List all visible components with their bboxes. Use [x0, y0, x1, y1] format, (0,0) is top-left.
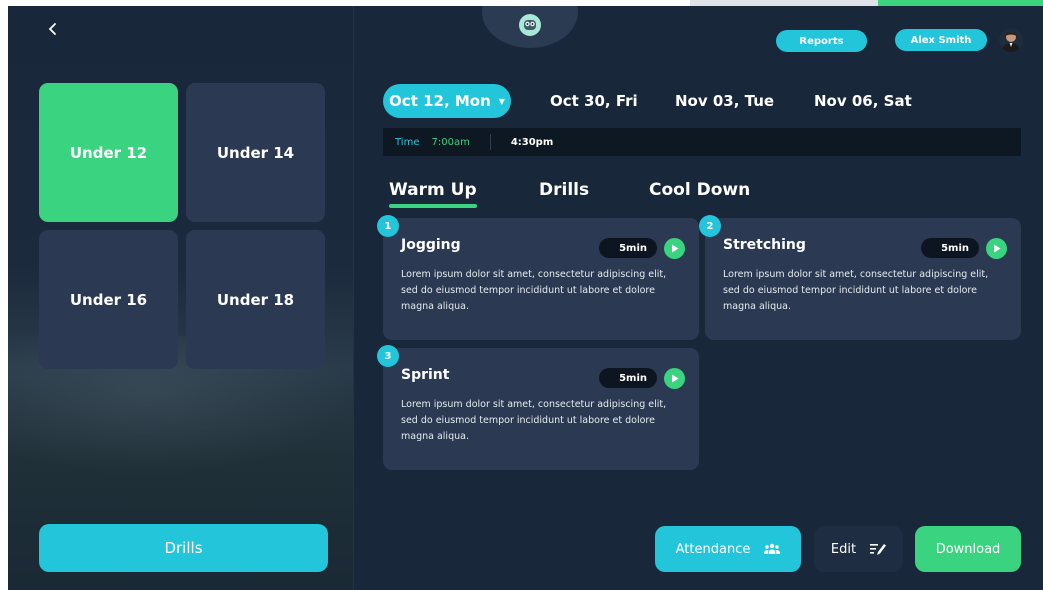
tab-label: Cool Down — [649, 180, 751, 200]
tab-label: Drills — [539, 180, 590, 200]
date-option[interactable]: Nov 06, Sat — [814, 84, 912, 118]
user-name-button[interactable]: Alex Smith — [895, 29, 987, 51]
people-group-icon — [764, 543, 781, 554]
download-button-label: Download — [935, 541, 1001, 557]
group-tile-label: Under 14 — [216, 143, 295, 162]
chevron-down-icon: ▼ — [498, 96, 505, 106]
drill-description: Lorem ipsum dolor sit amet, consectetur … — [723, 269, 989, 312]
date-selected-label: Oct 12, Mon — [389, 92, 491, 110]
tab-drills[interactable]: Drills — [539, 174, 589, 206]
reports-button[interactable]: Reports — [776, 30, 867, 52]
drill-duration: 5min — [599, 238, 657, 258]
group-tile-label: Under 18 — [216, 290, 295, 309]
time-row: Time 7:00am 4:30pm — [383, 128, 1021, 156]
age-group-grid: Under 12 Under 14 Under 16 Under 18 — [39, 83, 325, 370]
play-icon — [671, 374, 678, 383]
play-button[interactable] — [664, 368, 685, 389]
date-option-label: Nov 03, Tue — [675, 92, 775, 110]
time-divider — [489, 134, 491, 150]
logo — [482, 6, 578, 48]
date-option[interactable]: Oct 30, Fri — [550, 84, 638, 118]
tab-cool-down[interactable]: Cool Down — [649, 174, 750, 206]
date-selector: Oct 12, Mon ▼ Oct 30, Fri Nov 03, Tue No… — [355, 84, 1043, 118]
chevron-left-icon — [48, 23, 56, 35]
session-tabs: Warm Up Drills Cool Down — [383, 174, 1023, 210]
drill-duration: 5min — [599, 368, 657, 388]
drill-card[interactable]: 2 Stretching 5min Lorem ipsum dolor sit … — [699, 215, 1021, 340]
time-start[interactable]: 7:00am — [431, 137, 469, 148]
owl-logo-icon — [519, 14, 541, 36]
drill-description: Lorem ipsum dolor sit amet, consectetur … — [401, 399, 667, 442]
drill-number-badge: 3 — [377, 345, 399, 367]
avatar[interactable] — [999, 28, 1023, 52]
drill-description: Lorem ipsum dolor sit amet, consectetur … — [401, 269, 667, 312]
user-name-label: Alex Smith — [910, 34, 972, 46]
attendance-button[interactable]: Attendance — [655, 526, 801, 572]
group-tile-under-14[interactable]: Under 14 — [186, 83, 325, 222]
date-option-label: Nov 06, Sat — [814, 92, 912, 110]
avatar-icon — [1002, 32, 1020, 52]
play-button[interactable] — [664, 238, 685, 259]
drill-card[interactable]: 3 Sprint 5min Lorem ipsum dolor sit amet… — [377, 345, 699, 470]
date-selected-dropdown[interactable]: Oct 12, Mon ▼ — [383, 84, 511, 118]
group-tile-label: Under 16 — [69, 290, 148, 309]
tab-warm-up[interactable]: Warm Up — [389, 174, 477, 208]
right-panel: Reports Alex Smith Oct 12, Mon ▼ Oct 30,… — [355, 6, 1043, 590]
group-tile-under-16[interactable]: Under 16 — [39, 230, 178, 369]
date-option-label: Oct 30, Fri — [550, 92, 638, 110]
time-end[interactable]: 4:30pm — [511, 137, 553, 148]
left-panel: Under 12 Under 14 Under 16 Under 18 Dril… — [8, 6, 354, 590]
drill-number-badge: 1 — [377, 215, 399, 237]
group-tile-under-12[interactable]: Under 12 — [39, 83, 178, 222]
drill-number-badge: 2 — [699, 215, 721, 237]
play-icon — [671, 244, 678, 253]
drill-duration: 5min — [921, 238, 979, 258]
back-button[interactable] — [42, 18, 64, 40]
date-option[interactable]: Nov 03, Tue — [675, 84, 774, 118]
play-icon — [993, 244, 1000, 253]
drills-button-label: Drills — [164, 539, 203, 557]
group-tile-label: Under 12 — [69, 143, 148, 162]
group-tile-under-18[interactable]: Under 18 — [186, 230, 325, 369]
edit-button-label: Edit — [830, 541, 857, 557]
pencil-note-icon — [870, 544, 887, 555]
reports-button-label: Reports — [799, 35, 844, 47]
tab-label: Warm Up — [389, 180, 477, 200]
play-button[interactable] — [986, 238, 1007, 259]
edit-button[interactable]: Edit — [814, 526, 903, 572]
drills-button[interactable]: Drills — [39, 524, 328, 572]
attendance-button-label: Attendance — [675, 541, 751, 557]
time-label: Time — [395, 136, 420, 148]
drill-card[interactable]: 1 Jogging 5min Lorem ipsum dolor sit ame… — [377, 215, 699, 340]
download-button[interactable]: Download — [915, 526, 1021, 572]
app-window: Under 12 Under 14 Under 16 Under 18 Dril… — [8, 6, 1043, 590]
